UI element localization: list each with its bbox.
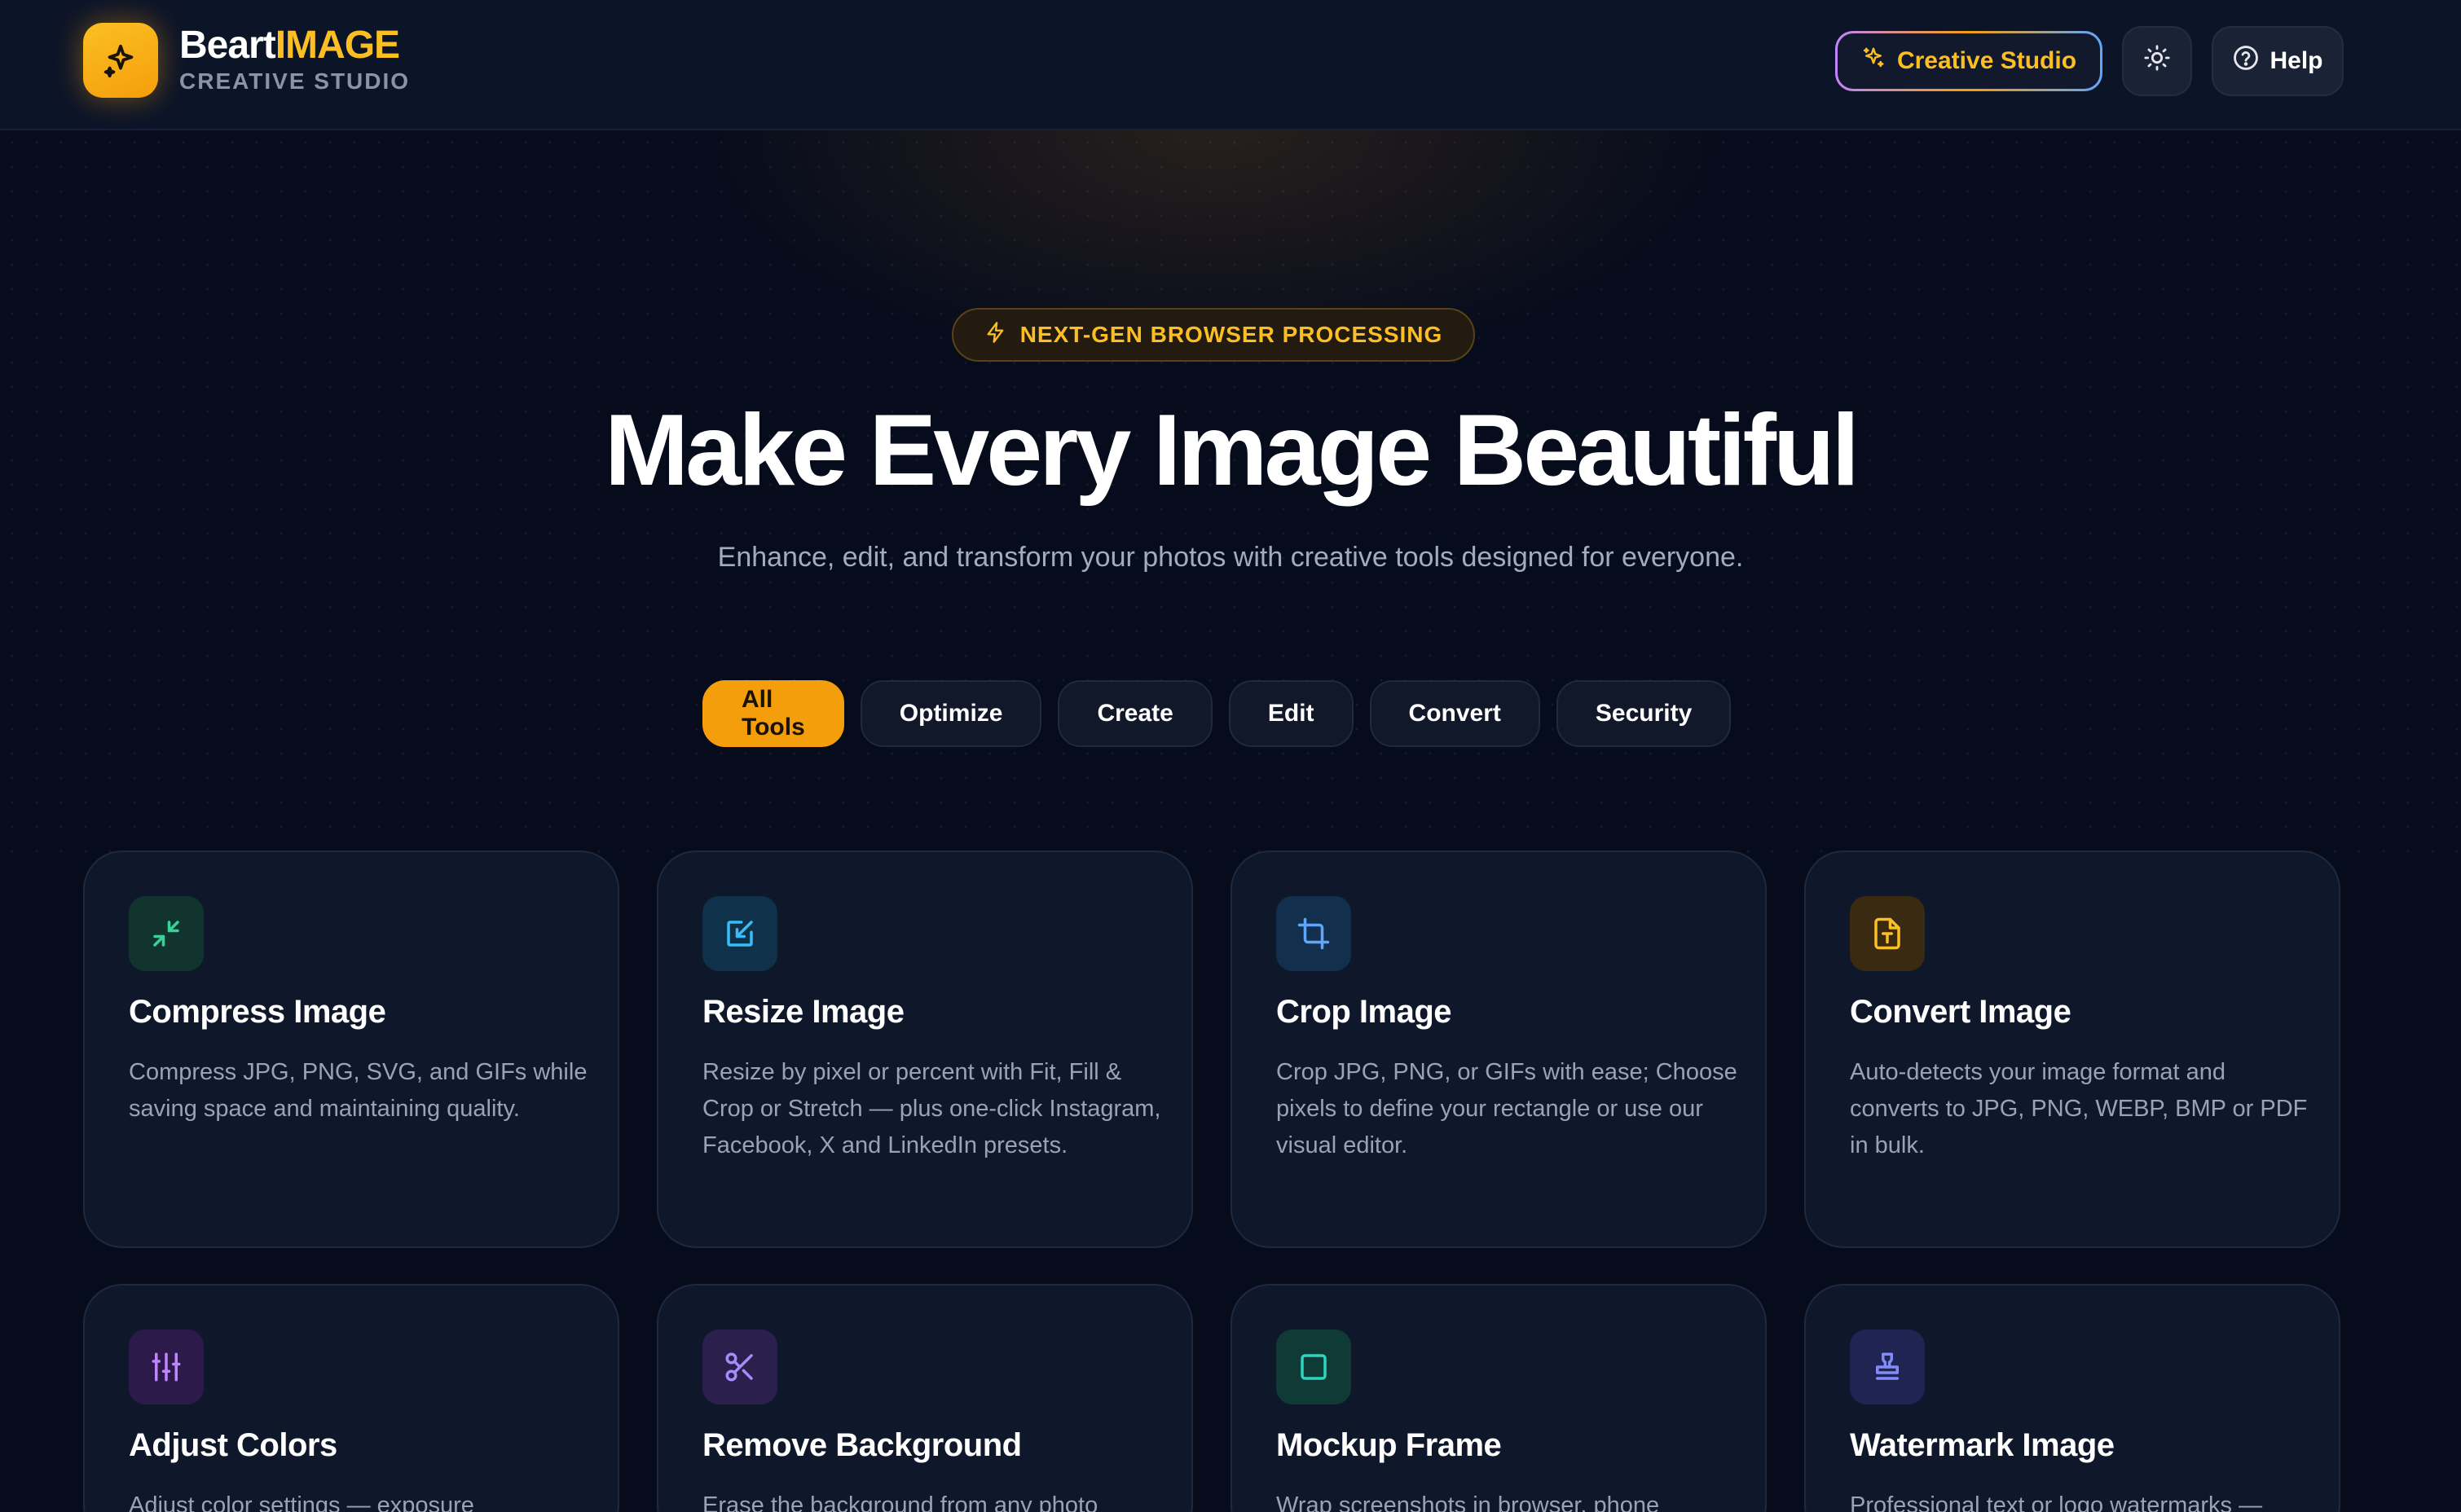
tool-description: Erase the background from any photo xyxy=(702,1492,1098,1512)
filter-optimize[interactable]: Optimize xyxy=(860,680,1042,747)
creative-studio-label: Creative Studio xyxy=(1896,47,2077,74)
help-button[interactable]: Help xyxy=(2212,26,2344,96)
brand-logo[interactable]: BeartIMAGE CREATIVE STUDIO xyxy=(179,23,410,94)
sliders-icon xyxy=(129,1330,204,1404)
tool-description: Professional text or logo watermarks — xyxy=(1850,1492,2263,1512)
minimize-arrows-icon xyxy=(129,896,204,971)
tool-title: Adjust Colors xyxy=(129,1427,337,1463)
tool-card-crop[interactable]: Crop Image Crop JPG, PNG, or GIFs with e… xyxy=(1230,850,1767,1248)
theme-toggle-button[interactable] xyxy=(2122,26,2192,96)
creative-studio-button[interactable]: Creative Studio xyxy=(1835,31,2102,91)
tool-title: Convert Image xyxy=(1850,994,2071,1030)
tool-title: Crop Image xyxy=(1276,994,1452,1030)
sun-icon xyxy=(2143,44,2171,78)
tool-card-resize[interactable]: Resize Image Resize by pixel or percent … xyxy=(657,850,1193,1248)
filter-convert[interactable]: Convert xyxy=(1369,680,1540,747)
page: BeartIMAGE CREATIVE STUDIO Creative Stud… xyxy=(0,0,2461,1512)
tool-card-mockup-frame[interactable]: Mockup Frame Wrap screenshots in browser… xyxy=(1230,1284,1767,1512)
category-filter-bar: All Tools Optimize Create Edit Convert S… xyxy=(702,680,1732,747)
hero-badge: NEXT-GEN BROWSER PROCESSING xyxy=(952,308,1475,362)
hero-subtitle: Enhance, edit, and transform your photos… xyxy=(717,542,1744,573)
help-circle-icon xyxy=(2232,44,2260,78)
scissors-icon xyxy=(702,1330,777,1404)
resize-icon xyxy=(702,896,777,971)
filter-all-tools[interactable]: All Tools xyxy=(702,680,844,747)
crop-icon xyxy=(1276,896,1351,971)
tool-description: Adjust color settings — exposure xyxy=(129,1492,474,1512)
brand-name-part1: Beart xyxy=(179,24,276,67)
tool-title: Watermark Image xyxy=(1850,1427,2115,1463)
frame-icon xyxy=(1276,1330,1351,1404)
top-header: BeartIMAGE CREATIVE STUDIO Creative Stud… xyxy=(0,0,2461,130)
sparkles-icon xyxy=(1861,46,1886,77)
tool-description: Resize by pixel or percent with Fit, Fil… xyxy=(702,1059,1161,1158)
tool-description: Crop JPG, PNG, or GIFs with ease; Choose… xyxy=(1276,1059,1737,1158)
tool-title: Mockup Frame xyxy=(1276,1427,1502,1463)
help-label: Help xyxy=(2269,47,2323,74)
tool-title: Compress Image xyxy=(129,994,386,1030)
tool-card-compress[interactable]: Compress Image Compress JPG, PNG, SVG, a… xyxy=(83,850,619,1248)
tool-description: Auto-detects your image format and conve… xyxy=(1850,1059,2308,1158)
tool-title: Resize Image xyxy=(702,994,905,1030)
filter-create[interactable]: Create xyxy=(1058,680,1213,747)
file-convert-icon xyxy=(1850,896,1925,971)
filter-security[interactable]: Security xyxy=(1556,680,1732,747)
lightning-icon xyxy=(984,321,1007,349)
tool-description: Compress JPG, PNG, SVG, and GIFs while s… xyxy=(129,1059,588,1122)
tool-card-remove-background[interactable]: Remove Background Erase the background f… xyxy=(657,1284,1193,1512)
sparkles-icon[interactable] xyxy=(83,23,158,98)
tool-card-watermark[interactable]: Watermark Image Professional text or log… xyxy=(1804,1284,2340,1512)
brand-name-part2: IMAGE xyxy=(275,24,400,67)
hero-badge-label: NEXT-GEN BROWSER PROCESSING xyxy=(1019,322,1443,347)
tool-title: Remove Background xyxy=(702,1427,1022,1463)
stamp-icon xyxy=(1850,1330,1925,1404)
hero-title: Make Every Image Beautiful xyxy=(604,394,1860,507)
filter-edit[interactable]: Edit xyxy=(1228,680,1354,747)
brand-subtitle: CREATIVE STUDIO xyxy=(179,68,411,94)
tool-description: Wrap screenshots in browser, phone xyxy=(1276,1492,1660,1512)
tool-card-adjust-colors[interactable]: Adjust Colors Adjust color settings — ex… xyxy=(83,1284,619,1512)
tool-card-convert[interactable]: Convert Image Auto-detects your image fo… xyxy=(1804,850,2340,1248)
